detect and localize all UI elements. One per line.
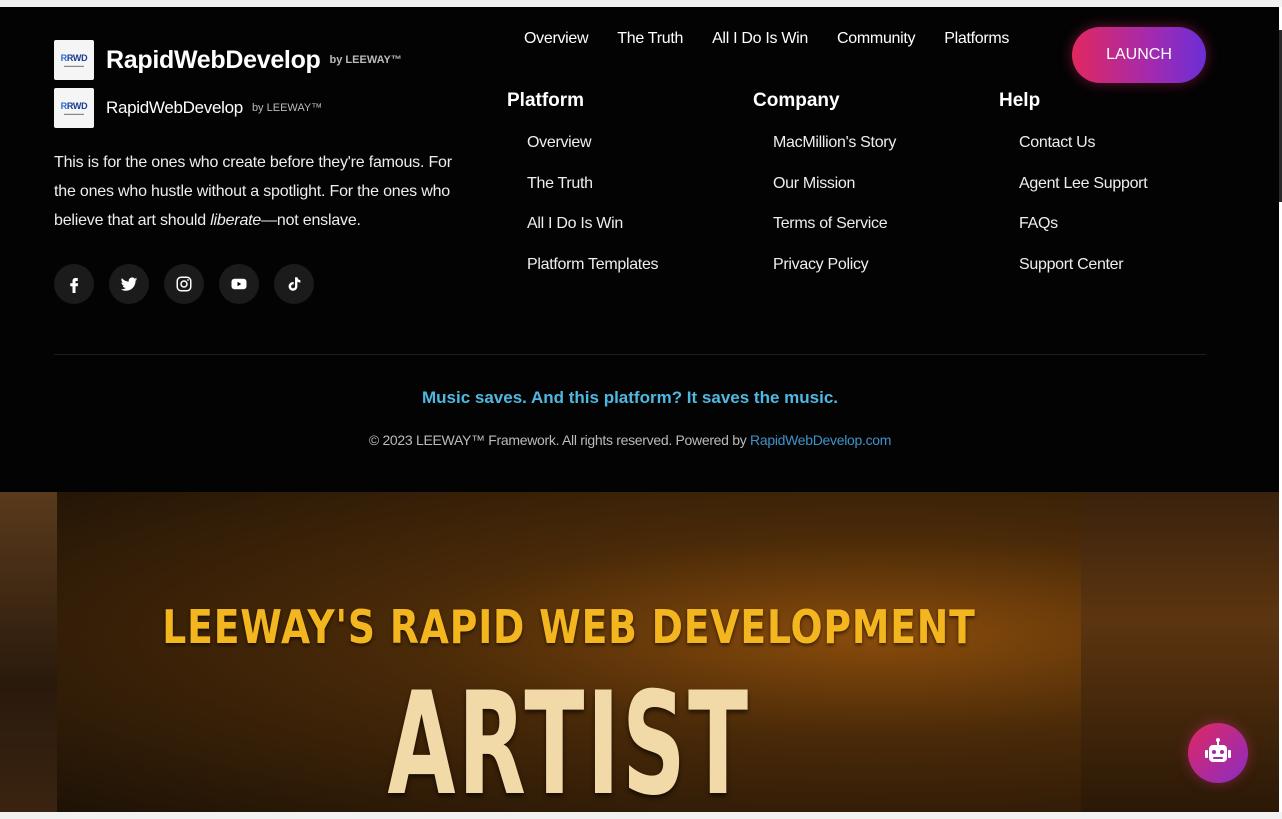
powered-by-link[interactable]: RapidWebDevelop.com (750, 432, 891, 448)
hero-title: ARTIST (387, 662, 751, 813)
brand-by-label: by LEEWAY™ (251, 102, 323, 114)
site-footer: RRWD ▬▬▬▬▬ RapidWebDevelop by LEEWAY™ RR… (0, 7, 1279, 492)
footer-link[interactable]: Terms of Service (773, 215, 896, 256)
brand-name: RapidWebDevelop (106, 98, 243, 117)
footer-link[interactable]: Privacy Policy (773, 256, 896, 297)
hero-backdrop-left (0, 492, 57, 812)
footer-link[interactable]: Platform Templates (527, 256, 659, 297)
robot-icon (1205, 738, 1231, 762)
hero-subtitle: LEEWAY'S RAPID WEB DEVELOPMENT (162, 600, 976, 654)
copyright-text: © 2023 LEEWAY™ Framework. All rights res… (368, 432, 892, 448)
footer-brand-large[interactable]: RRWD ▬▬▬▬▬ RapidWebDevelop by LEEWAY™ (54, 40, 402, 80)
footer-divider (54, 354, 1206, 355)
twitter-link[interactable] (109, 264, 149, 304)
bottom-edge (0, 812, 1282, 819)
nav-community[interactable]: Community (837, 30, 916, 48)
nav-overview[interactable]: Overview (524, 30, 589, 48)
launch-button[interactable]: LAUNCH (1072, 27, 1206, 83)
tiktok-icon (288, 277, 301, 291)
footer-column-company: Company MacMillion's Story Our Mission T… (753, 90, 896, 297)
hero-banner: LEEWAY'S RAPID WEB DEVELOPMENT ARTIST (0, 492, 1279, 812)
footer-link[interactable]: Agent Lee Support (1019, 175, 1148, 216)
nav-the-truth[interactable]: The Truth (617, 30, 683, 48)
nav-all-i-do-is-win[interactable]: All I Do Is Win (712, 30, 808, 48)
footer-link[interactable]: FAQs (1019, 215, 1147, 256)
brand-logo: RRWD ▬▬▬▬▬ (54, 88, 94, 128)
youtube-icon (231, 278, 247, 290)
column-title: Company (753, 90, 840, 111)
brand-name: RapidWebDevelop (106, 45, 321, 74)
footer-link[interactable]: Support Center (1019, 256, 1147, 297)
hero-backdrop-right (1081, 492, 1279, 812)
footer-tagline: This is for the ones who create before t… (54, 154, 452, 229)
footer-column-platform: Platform Overview The Truth All I Do Is … (507, 90, 659, 297)
footer-link[interactable]: Our Mission (773, 175, 896, 216)
tiktok-link[interactable] (274, 264, 314, 304)
nav-platforms[interactable]: Platforms (944, 30, 1009, 48)
column-title: Help (999, 90, 1041, 111)
brand-by-label: by LEEWAY™ (329, 54, 402, 66)
footer-motto: Music saves. And this platform? It saves… (422, 388, 838, 407)
top-navigation: Overview The Truth All I Do Is Win Commu… (524, 30, 1009, 48)
footer-link[interactable]: Contact Us (1019, 134, 1147, 175)
footer-column-help: Help Contact Us Agent Lee Support FAQs S… (999, 90, 1148, 297)
instagram-icon (176, 276, 192, 292)
footer-link[interactable]: Overview (527, 134, 658, 175)
chatbot-button[interactable] (1188, 723, 1248, 783)
twitter-icon (120, 277, 138, 291)
top-edge (0, 0, 1282, 7)
footer-link[interactable]: All I Do Is Win (527, 215, 658, 256)
facebook-link[interactable] (54, 264, 94, 304)
footer-brand-small[interactable]: RRWD ▬▬▬▬▬ RapidWebDevelop by LEEWAY™ (54, 88, 322, 128)
facebook-icon (70, 278, 79, 293)
social-links (54, 264, 314, 304)
footer-link[interactable]: MacMillion's Story (773, 134, 896, 175)
column-title: Platform (507, 90, 585, 111)
footer-link[interactable]: The Truth (527, 175, 658, 216)
youtube-link[interactable] (219, 264, 259, 304)
brand-logo: RRWD ▬▬▬▬▬ (54, 40, 94, 80)
instagram-link[interactable] (164, 264, 204, 304)
